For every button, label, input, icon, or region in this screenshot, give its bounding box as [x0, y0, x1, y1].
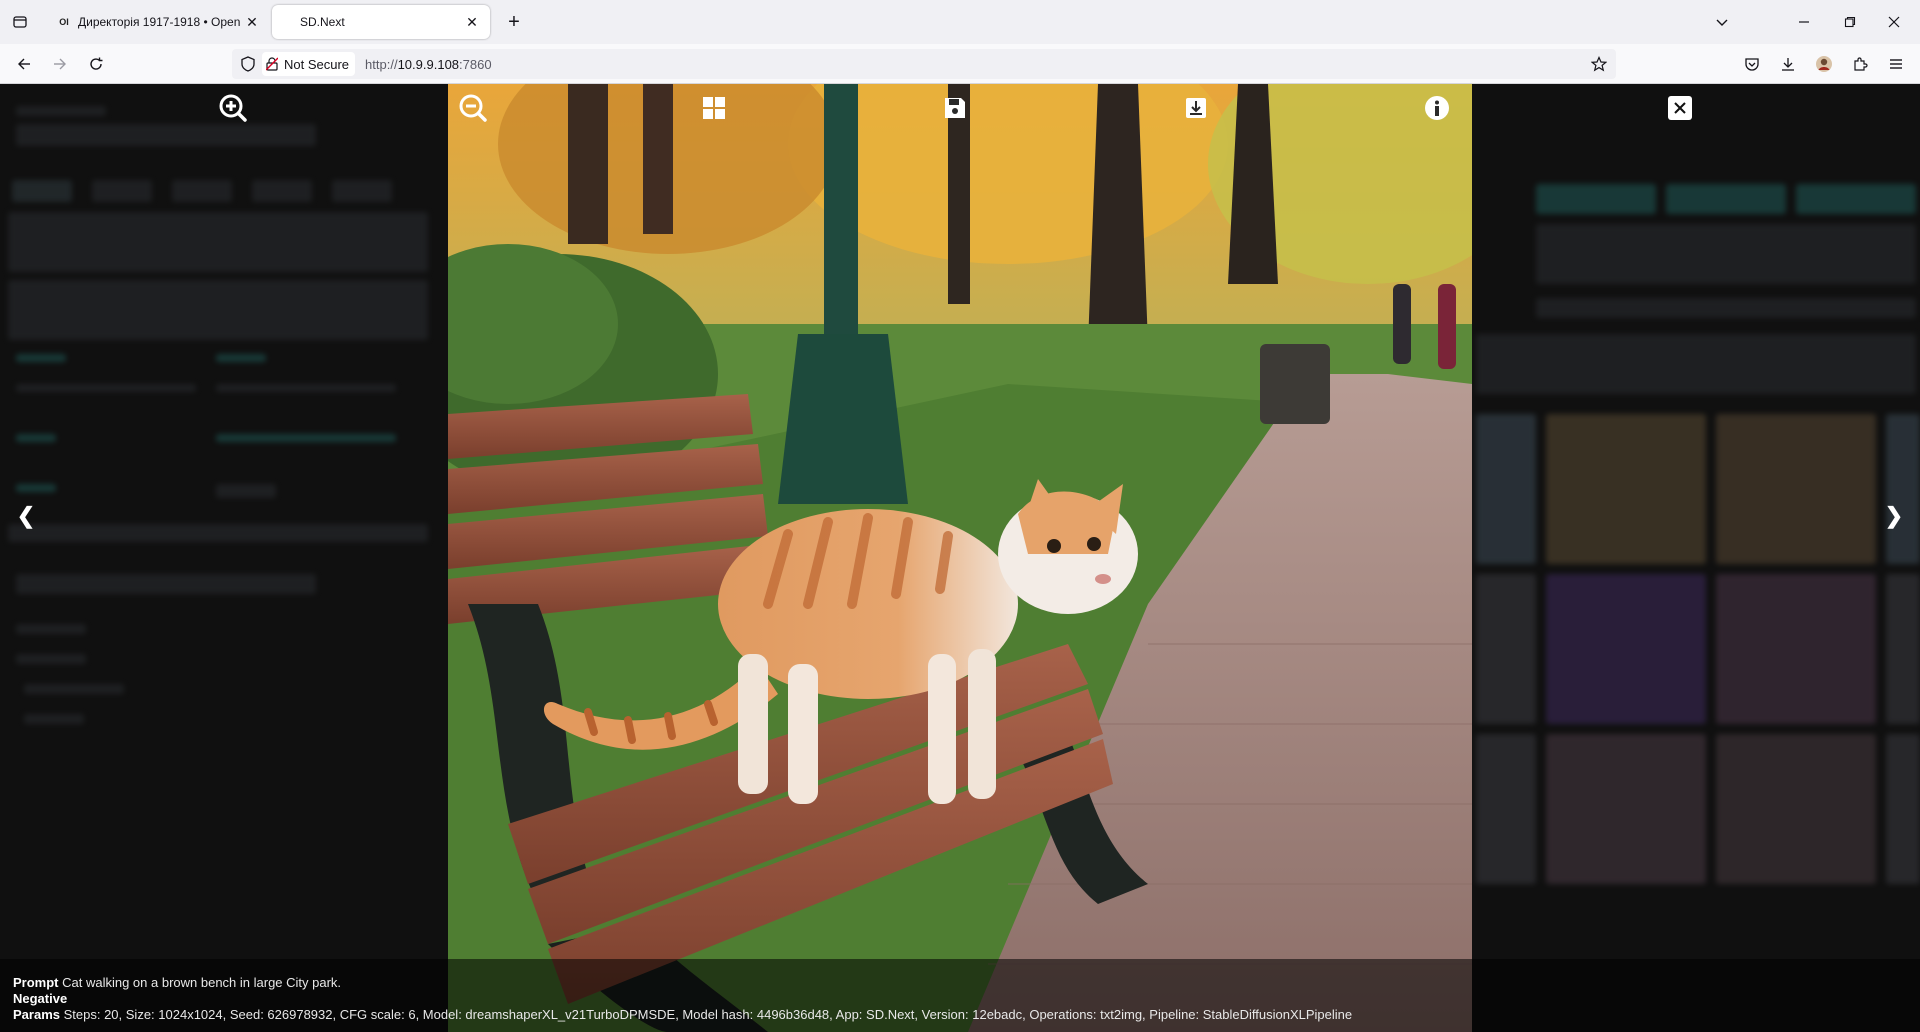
params-value: Steps: 20, Size: 1024x1024, Seed: 626978…: [63, 1007, 1353, 1022]
url-text[interactable]: http://10.9.9.108:7860: [365, 57, 492, 72]
restore-icon[interactable]: [1836, 8, 1864, 36]
zoom-in-icon[interactable]: [217, 92, 249, 124]
browser-tab-bar: OI Директорія 1917-1918 • Open ✕ SD.Next…: [0, 0, 1920, 44]
menu-icon[interactable]: [1884, 52, 1908, 76]
tab-favicon: OI: [59, 17, 69, 27]
tab-list-icon[interactable]: [8, 10, 32, 34]
tab-title: SD.Next: [300, 15, 345, 29]
negative-label: Negative: [13, 991, 68, 1006]
tab-directory[interactable]: OI Директорія 1917-1918 • Open ✕: [44, 5, 270, 39]
tab-close-icon[interactable]: ✕: [240, 10, 264, 34]
tab-close-icon[interactable]: ✕: [460, 10, 484, 34]
grid-icon[interactable]: [698, 92, 730, 124]
save-icon[interactable]: [939, 92, 971, 124]
generated-image[interactable]: [448, 84, 1472, 1032]
browser-nav-bar: Not Secure http://10.9.9.108:7860: [0, 44, 1920, 84]
params-line: Params Steps: 20, Size: 1024x1024, Seed:…: [13, 1007, 1907, 1023]
prev-image-arrow[interactable]: ❮: [14, 503, 38, 528]
prompt-label: Prompt: [13, 975, 59, 990]
security-indicator[interactable]: Not Secure: [262, 52, 356, 76]
params-label: Params: [13, 1007, 60, 1022]
extensions-icon[interactable]: [1848, 52, 1872, 76]
url-bar[interactable]: Not Secure http://10.9.9.108:7860: [232, 49, 1616, 79]
downloads-icon[interactable]: [1776, 52, 1800, 76]
account-avatar[interactable]: [1812, 52, 1836, 76]
back-icon[interactable]: [12, 52, 36, 76]
negative-line: Negative: [13, 991, 1907, 1007]
minimize-icon[interactable]: [1790, 8, 1818, 36]
url-prefix: http://: [365, 56, 398, 72]
shield-icon[interactable]: [238, 56, 258, 72]
next-image-arrow[interactable]: ❯: [1882, 503, 1906, 528]
tab-title: Директорія 1917-1918 • Open: [78, 15, 240, 29]
bookmark-star-icon[interactable]: [1590, 55, 1608, 73]
generation-info-panel: Prompt Cat walking on a brown bench in l…: [0, 959, 1920, 1032]
forward-icon[interactable]: [48, 52, 72, 76]
zoom-out-icon[interactable]: [457, 92, 489, 124]
new-tab-button[interactable]: +: [502, 10, 526, 34]
url-port: :7860: [459, 56, 492, 72]
reload-icon[interactable]: [84, 52, 108, 76]
tab-sdnext[interactable]: SD.Next ✕: [272, 5, 490, 39]
pocket-icon[interactable]: [1740, 52, 1764, 76]
url-host: 10.9.9.108: [397, 56, 460, 72]
download-icon[interactable]: [1180, 92, 1212, 124]
window-close-icon[interactable]: [1880, 8, 1908, 36]
close-icon[interactable]: [1668, 96, 1692, 120]
insecure-lock-icon: [266, 57, 278, 71]
prompt-value: Cat walking on a brown bench in large Ci…: [62, 975, 342, 990]
prompt-line: Prompt Cat walking on a brown bench in l…: [13, 975, 1907, 991]
sdnext-page: ❮ ❯ Prompt Cat walking on a brown bench …: [0, 84, 1920, 1032]
security-label: Not Secure: [284, 56, 350, 72]
info-icon[interactable]: [1421, 92, 1453, 124]
tab-overflow-chevron-icon[interactable]: [1708, 8, 1736, 36]
